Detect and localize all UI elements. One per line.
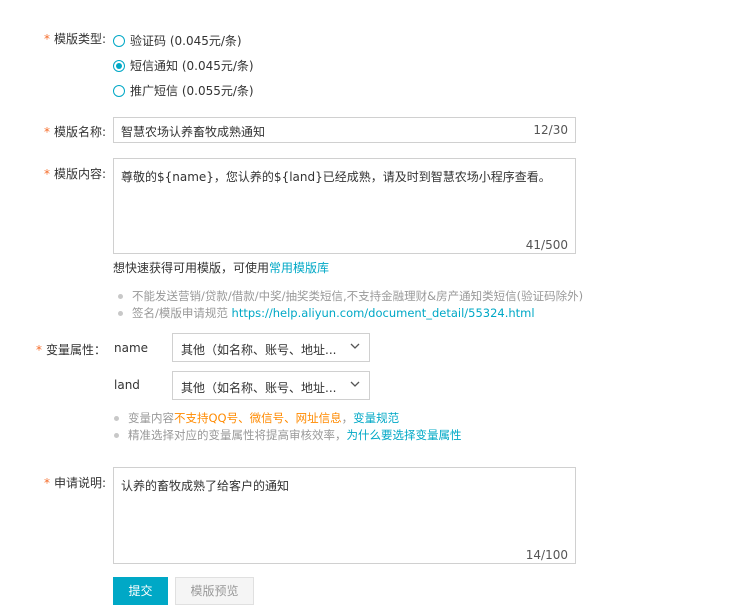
template-name-label: * 模版名称:	[44, 123, 106, 140]
submit-button[interactable]: 提交	[113, 577, 168, 605]
variable-land-select[interactable]: 其他（如名称、账号、地址...	[172, 371, 370, 400]
radio-promotional-sms[interactable]: 推广短信 (0.055元/条)	[113, 82, 254, 99]
template-content-label-text: 模版内容:	[54, 167, 107, 181]
application-note-counter: 14/100	[525, 548, 568, 562]
variable-attribute-label: * 变量属性：	[36, 341, 106, 358]
template-library-hint: 想快速获得可用模版，可使用常用模版库	[113, 259, 329, 276]
required-mark: *	[44, 476, 50, 490]
bullet-icon	[118, 310, 123, 316]
radio-sms-notification[interactable]: 短信通知 (0.045元/条)	[113, 57, 254, 74]
radio-verification-code[interactable]: 验证码 (0.045元/条)	[113, 32, 242, 49]
required-mark: *	[44, 125, 50, 139]
required-mark: *	[36, 343, 42, 357]
template-content-counter: 41/500	[525, 238, 568, 252]
tip-text: 精准选择对应的变量属性将提高审核效率，	[128, 428, 347, 442]
chevron-down-icon	[350, 381, 360, 387]
template-name-input[interactable]: 智慧农场认养畜牧成熟通知 12/30	[113, 117, 576, 143]
why-variable-attribute-link[interactable]: 为什么要选择变量属性	[347, 427, 462, 443]
variable-warning-text: 不支持QQ号、微信号、网址信息	[174, 411, 342, 425]
application-note-value: 认养的畜牧成熟了给客户的通知	[121, 479, 290, 493]
radio-label: 短信通知 (0.045元/条)	[130, 59, 254, 73]
radio-circle-icon[interactable]	[113, 34, 125, 47]
template-preview-button[interactable]: 模版预览	[175, 577, 254, 605]
select-value: 其他（如名称、账号、地址...	[181, 381, 337, 395]
template-content-label: * 模版内容:	[44, 165, 106, 182]
variable-land-label: land	[114, 378, 140, 392]
variable-spec-link[interactable]: 变量规范	[353, 410, 399, 426]
tip-variable-accuracy: 精准选择对应的变量属性将提高审核效率， 为什么要选择变量属性	[114, 427, 462, 443]
template-content-value: 尊敬的${name}，您认养的${land}已经成熟，请及时到智慧农场小程序查看…	[121, 170, 551, 184]
template-library-hint-text: 想快速获得可用模版，可使用	[113, 261, 270, 275]
bullet-icon	[118, 293, 123, 299]
tip-signature-spec: 签名/模版申请规范 https://help.aliyun.com/docume…	[118, 305, 535, 321]
bullet-icon	[114, 415, 119, 421]
tip-variable-content: 变量内容 不支持QQ号、微信号、网址信息，变量规范	[114, 410, 399, 426]
variable-attribute-label-text: 变量属性：	[46, 343, 107, 357]
spec-doc-link[interactable]: https://help.aliyun.com/document_detail/…	[232, 306, 535, 320]
variable-name-label: name	[114, 341, 149, 355]
tip-text: 不能发送营销/贷款/借款/中奖/抽奖类短信,不支持金融理财&房产通知类短信(验证…	[132, 289, 584, 303]
tip-text: 变量内容	[128, 411, 174, 425]
application-note-label-text: 申请说明:	[54, 476, 107, 490]
bullet-icon	[114, 432, 119, 438]
template-library-link[interactable]: 常用模版库	[269, 261, 329, 275]
template-type-label-text: 模版类型:	[54, 32, 107, 46]
application-note-textarea[interactable]: 认养的畜牧成熟了给客户的通知 14/100	[113, 467, 576, 564]
tip-text: 签名/模版申请规范	[132, 306, 228, 320]
template-name-value: 智慧农场认养畜牧成熟通知	[121, 125, 266, 139]
radio-checked-icon[interactable]	[113, 59, 125, 72]
tip-marketing-restriction: 不能发送营销/贷款/借款/中奖/抽奖类短信,不支持金融理财&房产通知类短信(验证…	[118, 288, 583, 304]
variable-name-select[interactable]: 其他（如名称、账号、地址...	[172, 333, 370, 362]
chevron-down-icon	[350, 343, 360, 349]
radio-label: 推广短信 (0.055元/条)	[130, 84, 254, 98]
template-type-label: * 模版类型:	[44, 30, 106, 47]
template-name-counter: 12/30	[533, 123, 568, 137]
template-content-textarea[interactable]: 尊敬的${name}，您认养的${land}已经成熟，请及时到智慧农场小程序查看…	[113, 158, 576, 254]
required-mark: *	[44, 32, 50, 46]
required-mark: *	[44, 167, 50, 181]
radio-circle-icon[interactable]	[113, 84, 125, 97]
template-name-label-text: 模版名称:	[54, 125, 107, 139]
radio-label: 验证码 (0.045元/条)	[130, 34, 242, 48]
application-note-label: * 申请说明:	[44, 474, 106, 491]
tip-separator: ，	[341, 411, 354, 425]
select-value: 其他（如名称、账号、地址...	[181, 343, 337, 357]
